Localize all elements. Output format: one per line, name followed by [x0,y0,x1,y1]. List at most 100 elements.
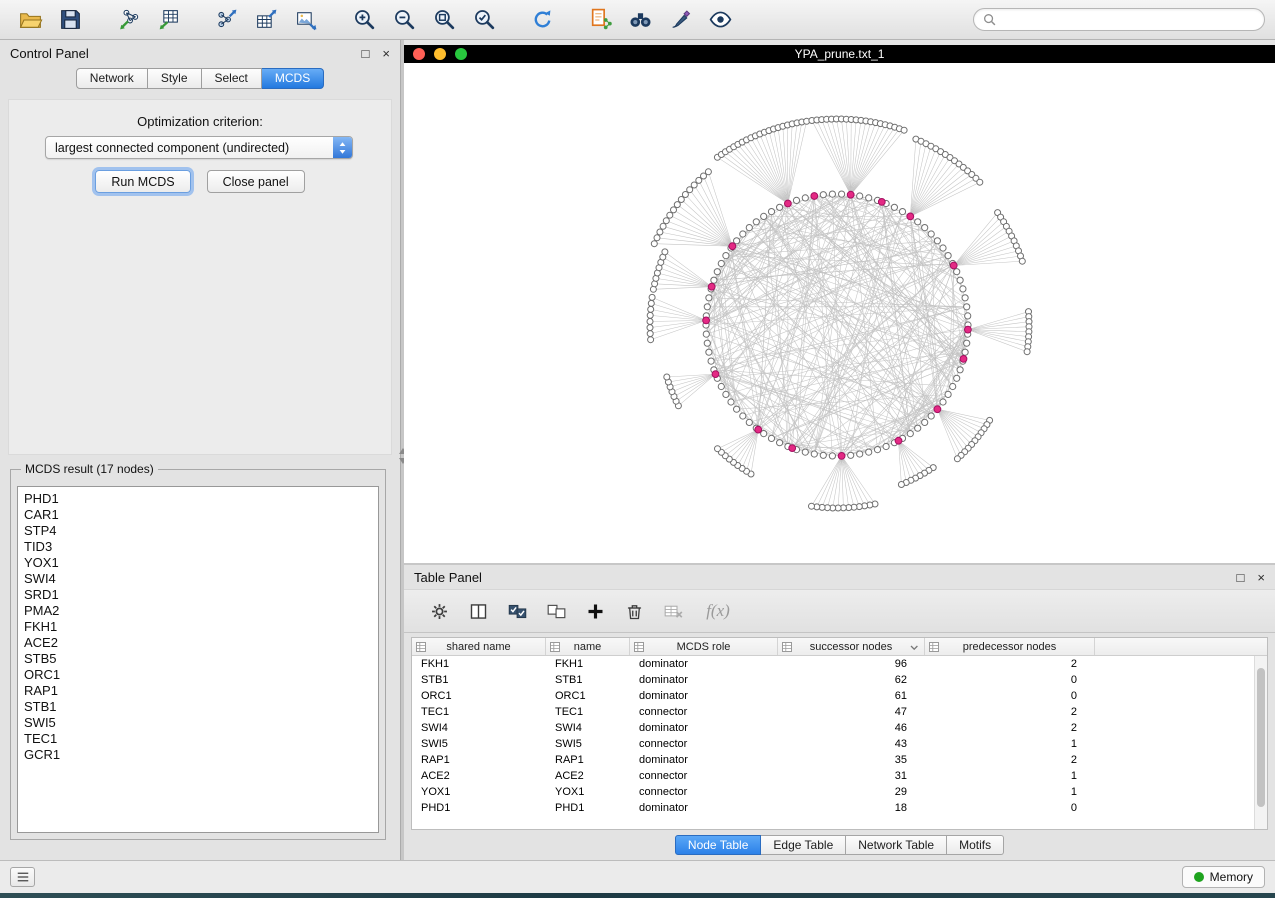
attribute-icon [929,642,939,652]
mcds-result-item[interactable]: TID3 [24,539,372,555]
clear-button[interactable] [658,596,688,626]
column-header-successor-nodes[interactable]: successor nodes [778,638,925,655]
export-network-button[interactable] [206,3,246,37]
export-image-button[interactable] [286,3,326,37]
export-table-button[interactable] [246,3,286,37]
import-table-button[interactable] [148,3,188,37]
memory-button[interactable]: Memory [1182,866,1265,888]
table-row[interactable]: YOX1YOX1connector291 [412,784,1267,800]
tab-edge-table[interactable]: Edge Table [761,835,846,855]
table-scrollbar[interactable] [1254,656,1267,829]
float-table-panel-icon[interactable]: □ [1237,571,1245,584]
table-settings-button[interactable] [424,596,454,626]
show-hide-button[interactable] [700,3,740,37]
mcds-result-item[interactable]: STP4 [24,523,372,539]
run-mcds-button[interactable]: Run MCDS [95,170,190,193]
add-button[interactable] [580,596,610,626]
maximize-window-button[interactable] [455,48,467,60]
import-network-button[interactable] [108,3,148,37]
tab-network[interactable]: Network [76,68,148,89]
cell-shared-name: STB1 [412,674,546,686]
tab-motifs[interactable]: Motifs [947,835,1004,855]
style-button[interactable] [660,3,700,37]
mcds-result-item[interactable]: RAP1 [24,683,372,699]
delete-button[interactable] [619,596,649,626]
column-header-mcds-role[interactable]: MCDS role [630,638,778,655]
float-panel-icon[interactable]: □ [362,47,370,60]
zoom-fit-button[interactable] [424,3,464,37]
network-graph[interactable] [404,63,1275,563]
mcds-result-item[interactable]: FKH1 [24,619,372,635]
table-row[interactable]: FKH1FKH1dominator962 [412,656,1267,672]
sort-chevron-icon [910,644,919,652]
table-tabbar: Node TableEdge TableNetwork TableMotifs [404,835,1275,855]
mcds-result-item[interactable]: GCR1 [24,747,372,763]
tab-mcds[interactable]: MCDS [262,68,324,89]
search-field[interactable] [973,8,1265,31]
mcds-result-item[interactable]: TEC1 [24,731,372,747]
mcds-result-list[interactable]: PHD1CAR1STP4TID3YOX1SWI4SRD1PMA2FKH1ACE2… [17,486,379,833]
mcds-result-item[interactable]: ACE2 [24,635,372,651]
mcds-result-item[interactable]: STB1 [24,699,372,715]
network-canvas[interactable] [404,63,1275,563]
tab-network-table[interactable]: Network Table [846,835,947,855]
mcds-result-item[interactable]: STB5 [24,651,372,667]
tab-style[interactable]: Style [148,68,202,89]
cell-mcds-role: dominator [630,690,778,702]
mcds-result-item[interactable]: PHD1 [24,491,372,507]
refresh-button[interactable] [522,3,562,37]
mcds-result-item[interactable]: PMA2 [24,603,372,619]
cell-successor-nodes: 18 [778,802,925,814]
mcds-result-item[interactable]: SWI4 [24,571,372,587]
tab-node-table[interactable]: Node Table [675,835,762,855]
table-row[interactable]: SWI4SWI4dominator462 [412,720,1267,736]
zoom-out-button[interactable] [384,3,424,37]
mcds-result-item[interactable]: SWI5 [24,715,372,731]
table-row[interactable]: TEC1TEC1connector472 [412,704,1267,720]
mcds-result-item[interactable]: YOX1 [24,555,372,571]
optimization-criterion-select[interactable]: largest connected component (undirected) [45,136,353,159]
search-input[interactable] [1002,13,1255,27]
control-panel: Control Panel □ × NetworkStyleSelectMCDS… [0,40,401,860]
status-bar: Memory [0,860,1275,893]
mcds-result-item[interactable]: SRD1 [24,587,372,603]
minimize-window-button[interactable] [434,48,446,60]
zoom-selected-button[interactable] [464,3,504,37]
close-window-button[interactable] [413,48,425,60]
copy-share-button[interactable] [580,3,620,37]
tab-select[interactable]: Select [202,68,262,89]
column-header-name[interactable]: name [546,638,630,655]
status-menu-button[interactable] [10,867,35,887]
search-network-button[interactable] [620,3,660,37]
close-panel-icon[interactable]: × [382,47,390,60]
select-all-button[interactable] [502,596,532,626]
cell-successor-nodes: 46 [778,722,925,734]
close-panel-button[interactable]: Close panel [207,170,305,193]
close-table-panel-icon[interactable]: × [1257,571,1265,584]
table-row[interactable]: ORC1ORC1dominator610 [412,688,1267,704]
cell-successor-nodes: 35 [778,754,925,766]
zoom-in-button[interactable] [344,3,384,37]
cell-predecessor-nodes: 1 [925,738,1095,750]
deselect-all-button[interactable] [541,596,571,626]
table-row[interactable]: RAP1RAP1dominator352 [412,752,1267,768]
function-builder-button[interactable]: f(x) [703,596,733,626]
table-row[interactable]: PHD1PHD1dominator180 [412,800,1267,816]
zoom-in-icon [352,7,377,32]
network-titlebar[interactable]: YPA_prune.txt_1 [404,45,1275,63]
table-row[interactable]: ACE2ACE2connector311 [412,768,1267,784]
column-header-shared-name[interactable]: shared name [412,638,546,655]
table-row[interactable]: SWI5SWI5connector431 [412,736,1267,752]
table-panel-titlebar: Table Panel □ × [404,565,1275,589]
save-button[interactable] [50,3,90,37]
cell-predecessor-nodes: 0 [925,802,1095,814]
mcds-result-item[interactable]: ORC1 [24,667,372,683]
mcds-result-item[interactable]: CAR1 [24,507,372,523]
table-row[interactable]: STB1STB1dominator620 [412,672,1267,688]
control-panel-title: Control Panel [10,46,89,61]
column-header-predecessor-nodes[interactable]: predecessor nodes [925,638,1095,655]
main-toolbar [0,0,1275,40]
split-columns-button[interactable] [463,596,493,626]
table-scrollbar-thumb[interactable] [1257,668,1265,806]
open-button[interactable] [10,3,50,37]
